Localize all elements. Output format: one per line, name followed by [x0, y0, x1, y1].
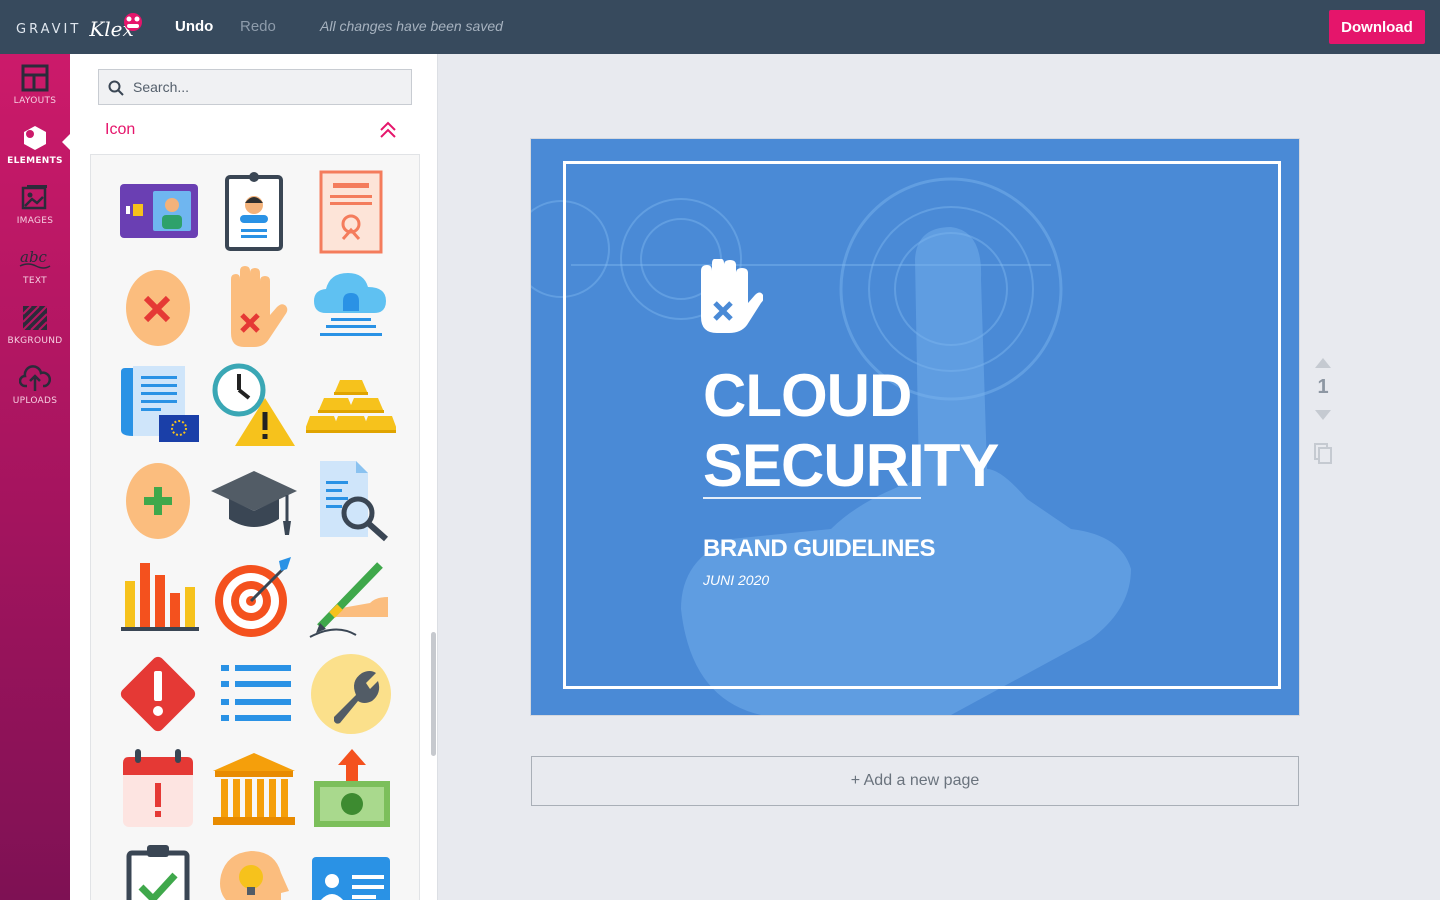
collapse-chevrons-icon[interactable] — [378, 120, 398, 140]
layouts-icon — [21, 64, 49, 92]
download-button[interactable]: Download — [1329, 10, 1425, 44]
sidebar-item-label: UPLOADS — [12, 396, 58, 406]
add-page-button[interactable]: + Add a new page — [531, 756, 1299, 806]
sidebar-item-label: TEXT — [23, 276, 47, 286]
cloud-server-icon[interactable] — [306, 263, 396, 353]
head-add-icon[interactable] — [113, 457, 203, 547]
brand-gravit: GRAVIT — [16, 21, 82, 37]
sidebar-item-label: LAYOUTS — [13, 96, 57, 106]
idea-head-icon[interactable] — [209, 841, 299, 900]
clock-warning-icon[interactable] — [209, 360, 299, 450]
duplicate-page-icon[interactable] — [1310, 442, 1336, 466]
list-icon[interactable] — [209, 649, 299, 739]
page-title[interactable]: CLOUD SECURITY — [703, 361, 999, 501]
sidebar-item-uploads[interactable]: UPLOADS — [0, 354, 70, 414]
text-icon: abc — [19, 248, 51, 269]
gold-bars-icon[interactable] — [304, 360, 398, 450]
target-icon[interactable] — [209, 553, 299, 643]
money-up-icon[interactable] — [306, 745, 396, 835]
sidebar-item-label: BKGROUND — [7, 336, 63, 346]
sidebar-item-elements[interactable]: ELEMENTS — [0, 114, 70, 174]
title-line-1: CLOUD — [703, 362, 912, 429]
title-line-2: SECURITY — [703, 432, 999, 499]
calendar-alert-icon[interactable] — [113, 745, 203, 835]
eu-document-icon[interactable] — [113, 360, 203, 450]
head-reject-icon[interactable] — [113, 263, 203, 353]
bank-icon[interactable] — [209, 745, 299, 835]
active-indicator — [62, 134, 70, 150]
svg-text:abc: abc — [20, 248, 48, 266]
uploads-icon — [19, 365, 51, 391]
graduation-cap-icon[interactable] — [209, 457, 299, 547]
clipboard-check-icon[interactable] — [113, 841, 203, 900]
document-search-icon[interactable] — [306, 457, 396, 547]
elements-icon — [24, 126, 46, 150]
title-divider — [703, 497, 921, 499]
save-status: All changes have been saved — [320, 18, 503, 34]
sidebar: LAYOUTS ELEMENTS IMAGES abc TEXT BKGROUN… — [0, 54, 70, 900]
design-page[interactable]: CLOUD SECURITY BRAND GUIDELINES JUNI 202… — [531, 139, 1299, 715]
hand-stop-icon[interactable] — [209, 263, 299, 353]
section-title: Icon — [105, 121, 136, 138]
wrench-icon[interactable] — [306, 649, 396, 739]
alert-diamond-icon[interactable] — [113, 649, 203, 739]
sidebar-item-text[interactable]: abc TEXT — [0, 234, 70, 294]
search-input[interactable] — [133, 70, 403, 104]
page-subtitle[interactable]: BRAND GUIDELINES — [703, 535, 936, 563]
bar-chart-icon[interactable] — [113, 553, 203, 643]
signing-pen-icon[interactable] — [306, 553, 396, 643]
redo-button[interactable]: Redo — [240, 18, 276, 35]
page-number: 1 — [1317, 376, 1329, 398]
page-down-icon[interactable] — [1310, 408, 1336, 422]
hand-stop-icon — [701, 259, 763, 333]
sidebar-item-label: ELEMENTS — [7, 156, 63, 166]
images-icon — [21, 185, 47, 210]
id-card-icon[interactable] — [113, 167, 203, 257]
background-icon — [22, 305, 48, 331]
certificate-icon[interactable] — [306, 167, 396, 257]
sidebar-item-label: IMAGES — [16, 216, 54, 226]
page-up-icon[interactable] — [1310, 356, 1336, 370]
search-icon — [108, 80, 124, 96]
search-box — [98, 69, 412, 105]
id-badge-icon[interactable] — [209, 167, 299, 257]
panel-scrollbar[interactable] — [431, 632, 436, 756]
elements-panel: Icon — [70, 54, 438, 900]
undo-button[interactable]: Undo — [175, 18, 213, 35]
sidebar-item-background[interactable]: BKGROUND — [0, 294, 70, 354]
sidebar-item-layouts[interactable]: LAYOUTS — [0, 54, 70, 114]
page-date[interactable]: JUNI 2020 — [703, 572, 769, 588]
contact-card-icon[interactable] — [306, 841, 396, 900]
app-logo: GRAVIT Klex — [16, 13, 142, 44]
icon-grid — [90, 154, 420, 900]
mascot-icon — [124, 13, 142, 31]
top-bar: GRAVIT Klex Undo Redo All changes have b… — [0, 0, 1440, 54]
sidebar-item-images[interactable]: IMAGES — [0, 174, 70, 234]
